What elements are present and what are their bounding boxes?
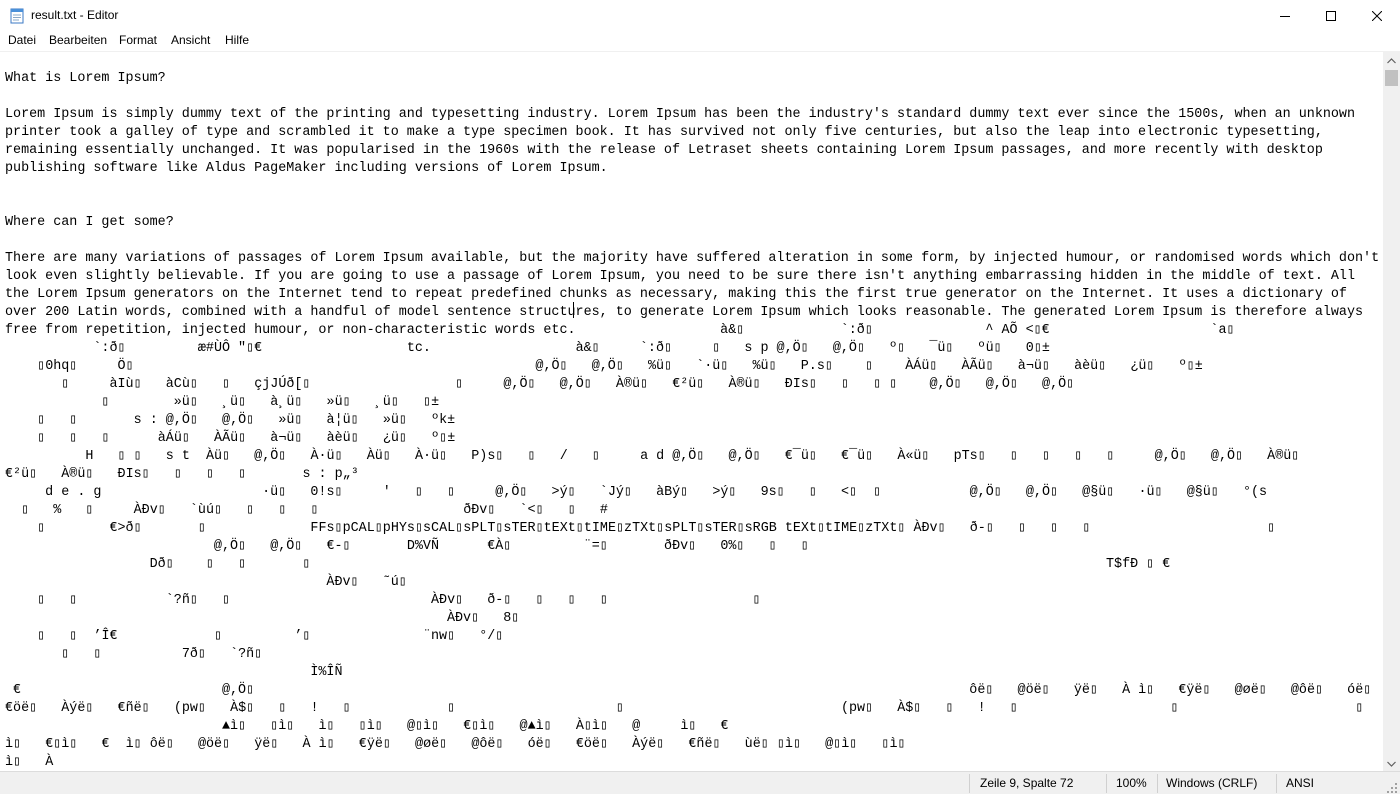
chevron-down-icon: [1387, 754, 1396, 772]
menu-format[interactable]: Format: [119, 33, 157, 47]
text-line: look even slightly believable. If you ar…: [5, 269, 1355, 284]
status-divider: [969, 774, 970, 793]
status-bar: Zeile 9, Spalte 72 100% Windows (CRLF) A…: [0, 771, 1400, 794]
text-line: free from repetition, injected humour, o…: [5, 323, 1235, 338]
text-line: printer took a galley of type and scramb…: [5, 125, 1323, 140]
text-line: ▯ €>ð▯ ▯ FFs▯pCAL▯pHYs▯sCAL▯sPLT▯sTER▯tE…: [5, 521, 1276, 536]
text-editor-area[interactable]: What is Lorem Ipsum? Lorem Ipsum is simp…: [0, 51, 1383, 771]
notepad-icon: [9, 7, 25, 24]
status-divider: [1106, 774, 1107, 793]
text-line: [5, 178, 1379, 196]
vertical-scrollbar[interactable]: [1383, 51, 1400, 771]
text-line: @,Ö▯ @,Ö▯ €-▯ D%VÑ €À▯ ¨=▯ ðÐv▯ 0%▯ ▯ ▯: [5, 539, 809, 554]
text-line: ▯ ▯ `?ñ▯ ▯ ÀÐv▯ ð-▯ ▯ ▯ ▯ ▯: [5, 593, 761, 608]
close-icon: [1372, 10, 1382, 21]
text-line: Ì%ÎÑ: [5, 665, 343, 680]
scroll-up-button[interactable]: [1383, 51, 1400, 68]
text-line: Dð▯ ▯ ▯ ▯ T$fÐ ▯ €: [5, 557, 1171, 572]
text-line: ▯ »ü▯ ¸ü▯ à¸ü▯ »ü▯ ¸ü▯ ▯±: [5, 395, 440, 410]
window-title: result.txt - Editor: [31, 8, 119, 22]
close-button[interactable]: [1354, 0, 1400, 31]
menu-ansicht[interactable]: Ansicht: [171, 33, 210, 47]
text-line: ì▯ €▯ì▯ € ì▯ ôë▯ @öë▯ ÿë▯ À ì▯ €ÿë▯ @øë▯…: [5, 737, 906, 752]
editor-content[interactable]: What is Lorem Ipsum? Lorem Ipsum is simp…: [5, 70, 1379, 771]
text-line: What is Lorem Ipsum?: [5, 71, 166, 86]
line-ending: Windows (CRLF): [1166, 776, 1258, 790]
text-line: ▯ ▯ ’Î€ ▯ ’▯ ¨nw▯ °/▯: [5, 629, 504, 644]
text-line: Lorem Ipsum is simply dummy text of the …: [5, 107, 1355, 122]
title-bar[interactable]: result.txt - Editor: [0, 0, 1400, 31]
text-line: ▯ ▯ 7ð▯ `?ñ▯: [5, 647, 263, 662]
text-line: H ▯ ▯ s t Àü▯ @,Ö▯ À·ü▯ Àü▯ À·ü▯ P)s▯ ▯ …: [5, 449, 1300, 464]
text-line: d e . g ·ü▯ 0!s▯ ' ▯ ▯ @,Ö▯ >ý▯ `Jý▯ àBý…: [5, 485, 1268, 500]
text-line: ì▯ À: [5, 755, 54, 770]
text-line: publishing software like Aldus PageMaker…: [5, 161, 608, 176]
scroll-down-button[interactable]: [1383, 754, 1400, 771]
encoding: ANSI: [1286, 776, 1315, 790]
menu-bar: Datei Bearbeiten Format Ansicht Hilfe: [0, 31, 1400, 51]
text-line: remaining essentially unchanged. It was …: [5, 143, 1323, 158]
text-line: over 200 Latin words, combined with a ha…: [5, 305, 1364, 320]
resize-grip-icon[interactable]: [1387, 781, 1398, 793]
text-line: [5, 196, 1379, 214]
text-line: Where can I get some?: [5, 215, 174, 230]
text-line: €²ü▯ À®ü▯ ÐIs▯ ▯ ▯ ▯ s : p„³: [5, 467, 359, 482]
cursor-position: Zeile 9, Spalte 72: [980, 776, 1074, 790]
text-line: ▯ ▯ s : @,Ö▯ @,Ö▯ »ü▯ à¦ü▯ »ü▯ ºk±: [5, 413, 456, 428]
text-line: ▲ì▯ ▯ì▯ ì▯ ▯ì▯ @▯ì▯ €▯ì▯ @▲ì▯ À▯ì▯ @ ì▯ …: [5, 719, 729, 734]
zoom-level: 100%: [1116, 776, 1147, 790]
chevron-up-icon: [1387, 51, 1396, 69]
text-line: the Lorem Ipsum generators on the Intern…: [5, 287, 1347, 302]
scrollbar-thumb[interactable]: [1385, 70, 1398, 86]
maximize-icon: [1326, 10, 1336, 21]
text-line: ▯ % ▯ ÀÐv▯ `ùú▯ ▯ ▯ ▯ ðÐv▯ `<▯ ▯ #: [5, 503, 608, 518]
text-line: ÀÐv▯ ˜ú▯: [5, 575, 407, 590]
text-line: [5, 88, 1379, 106]
text-line: ▯ ▯ ▯ àÁü▯ ÀÃü▯ à¬ü▯ àèü▯ ¿ü▯ º▯±: [5, 431, 456, 446]
text-caret: [573, 302, 574, 318]
text-line: `:ð▯ æ#ÙÔ "▯€ tc. à&▯ `:ð▯ ▯ s p @,Ö▯ @,…: [5, 341, 1050, 356]
text-line: [5, 232, 1379, 250]
status-divider: [1157, 774, 1158, 793]
menu-hilfe[interactable]: Hilfe: [225, 33, 249, 47]
text-line: ▯0hq▯ Ö▯ @,Ö▯ @,Ö▯ %ü▯ `·ü▯ %ü▯ P.s▯ ▯ À…: [5, 359, 1203, 374]
status-divider: [1276, 774, 1277, 793]
minimize-icon: [1280, 11, 1290, 21]
menu-bearbeiten[interactable]: Bearbeiten: [49, 33, 107, 47]
text-line: ▯ àIù▯ àCù▯ ▯ çjJÚð[▯ ▯ @,Ö▯ @,Ö▯ À®ü▯ €…: [5, 377, 1075, 392]
minimize-button[interactable]: [1262, 0, 1308, 31]
text-line: €öë▯ Àýë▯ €ñë▯ (pw▯ À$▯ ▯ ! ▯ ▯ ▯ (pw▯ À…: [5, 701, 1364, 716]
menu-datei[interactable]: Datei: [8, 33, 36, 47]
text-line: ÀÐv▯ 8▯: [5, 611, 520, 626]
maximize-button[interactable]: [1308, 0, 1354, 31]
text-line: € @,Ö▯ ôë▯ @öë▯ ÿë▯ À ì▯ €ÿë▯ @øë▯ @ôë▯ …: [5, 683, 1372, 698]
text-line: There are many variations of passages of…: [5, 251, 1380, 266]
